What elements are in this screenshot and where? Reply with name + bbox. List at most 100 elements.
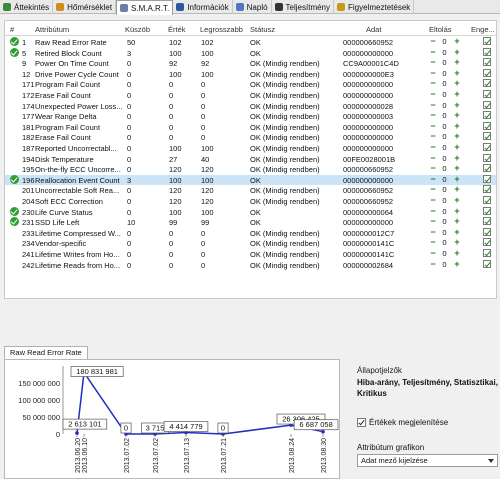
offset-value[interactable]: 0: [439, 260, 450, 269]
col-header-worst[interactable]: Legrosszabb: [200, 25, 243, 34]
offset-value[interactable]: 0: [439, 143, 450, 152]
offset-value[interactable]: 0: [439, 48, 450, 57]
increase-offset-icon[interactable]: +: [453, 153, 461, 163]
decrease-offset-icon[interactable]: −: [429, 174, 437, 184]
offset-value[interactable]: 0: [439, 111, 450, 120]
table-row[interactable]: 204 Soft ECC Correction 0 120 120 OK (Mindig …: [5, 196, 496, 206]
decrease-offset-icon[interactable]: −: [429, 153, 437, 163]
table-row[interactable]: 181 Program Fail Count 0 0 0 OK (Mindig rendb…: [5, 121, 496, 132]
table-row[interactable]: 177 Wear Range Delta 0 0 0 OK (Mindig rendben…: [5, 111, 496, 121]
table-row[interactable]: 172 Erase Fail Count 0 0 0 OK (Mindig rendben…: [5, 90, 496, 100]
increase-offset-icon[interactable]: +: [453, 164, 461, 173]
enabled-checkbox[interactable]: [483, 90, 491, 98]
table-row[interactable]: 174 Unexpected Power Loss... 0 0 0 OK (Mindig…: [5, 100, 496, 111]
increase-offset-icon[interactable]: +: [453, 37, 461, 46]
offset-value[interactable]: 0: [439, 154, 450, 163]
offset-value[interactable]: 0: [439, 101, 450, 110]
enabled-checkbox[interactable]: [483, 79, 491, 88]
table-row[interactable]: 12 Drive Power Cycle Count 0 100 100 OK (Mind…: [5, 68, 496, 79]
offset-value[interactable]: 0: [439, 228, 450, 237]
offset-value[interactable]: 0: [439, 238, 450, 247]
enabled-checkbox[interactable]: [483, 153, 491, 162]
increase-offset-icon[interactable]: +: [453, 185, 461, 194]
decrease-offset-icon[interactable]: −: [429, 79, 437, 88]
show-values-checkbox[interactable]: [357, 418, 366, 427]
table-row[interactable]: 230 Life Curve Status 0 100 100 OK 00000000006…: [5, 206, 496, 217]
increase-offset-icon[interactable]: +: [453, 68, 461, 78]
offset-value[interactable]: 0: [439, 79, 450, 88]
enabled-checkbox[interactable]: [483, 100, 491, 109]
table-row[interactable]: 201 Uncorrectable Soft Rea... 0 120 120 OK (M…: [5, 185, 496, 195]
decrease-offset-icon[interactable]: −: [429, 58, 437, 67]
decrease-offset-icon[interactable]: −: [429, 238, 437, 247]
increase-offset-icon[interactable]: +: [453, 196, 461, 205]
decrease-offset-icon[interactable]: −: [429, 132, 437, 141]
enabled-checkbox[interactable]: [483, 143, 491, 151]
graph-select[interactable]: Adat mező kijelzése: [357, 454, 498, 467]
col-header-threshold[interactable]: Küszöb: [125, 25, 150, 34]
increase-offset-icon[interactable]: +: [453, 238, 461, 247]
decrease-offset-icon[interactable]: −: [429, 196, 437, 205]
enabled-checkbox[interactable]: [483, 259, 491, 268]
decrease-offset-icon[interactable]: −: [429, 111, 437, 120]
show-values-option[interactable]: Értékek megjelenítése: [357, 418, 448, 427]
tab-5[interactable]: Teljesítmény: [272, 0, 335, 14]
enabled-checkbox[interactable]: [483, 58, 491, 67]
enabled-checkbox[interactable]: [483, 238, 491, 247]
increase-offset-icon[interactable]: +: [453, 206, 461, 216]
table-row[interactable]: 9 Power On Time Count 0 92 92 OK (Mindig rend…: [5, 58, 496, 68]
enabled-checkbox[interactable]: [483, 249, 491, 257]
table-row[interactable]: 242 Lifetime Reads from Ho... 0 0 0 OK (Mindi…: [5, 259, 496, 270]
offset-value[interactable]: 0: [439, 37, 450, 46]
smart-attribute-table[interactable]: # Attribútum Küszöb Érték Legrosszabb St…: [4, 20, 497, 299]
offset-value[interactable]: 0: [439, 58, 450, 67]
decrease-offset-icon[interactable]: −: [429, 249, 437, 258]
enabled-checkbox[interactable]: [483, 196, 491, 204]
offset-value[interactable]: 0: [439, 90, 450, 99]
col-header-data[interactable]: Adat: [366, 25, 381, 34]
increase-offset-icon[interactable]: +: [453, 121, 461, 131]
table-row[interactable]: 194 Disk Temperature 0 27 40 OK (Mindig rendb…: [5, 153, 496, 164]
table-row[interactable]: 231 SSD Life Left 10 99 99 OK 000000000000 −0 +: [5, 217, 496, 227]
decrease-offset-icon[interactable]: −: [429, 121, 437, 131]
decrease-offset-icon[interactable]: −: [429, 227, 437, 237]
decrease-offset-icon[interactable]: −: [429, 164, 437, 173]
table-row[interactable]: 195 On-the-fly ECC Uncorre... 0 120 120 OK (M…: [5, 164, 496, 174]
col-header-offset[interactable]: Eltolás: [429, 25, 452, 34]
increase-offset-icon[interactable]: +: [453, 58, 461, 67]
table-row[interactable]: 182 Erase Fail Count 0 0 0 OK (Mindig rendben…: [5, 132, 496, 142]
enabled-checkbox[interactable]: [483, 164, 491, 173]
table-row[interactable]: 234 Vendor-specific 0 0 0 OK (Mindig rendben)…: [5, 238, 496, 248]
col-header-attribute[interactable]: Attribútum: [35, 25, 69, 34]
enabled-checkbox[interactable]: [483, 174, 491, 183]
enabled-checkbox[interactable]: [483, 68, 491, 77]
offset-value[interactable]: 0: [439, 249, 450, 258]
chart-tab[interactable]: Raw Read Error Rate: [4, 346, 88, 359]
table-row[interactable]: 196 Reallocation Event Count 3 100 100 OK 0000…: [5, 174, 496, 185]
enabled-checkbox[interactable]: [483, 227, 491, 236]
increase-offset-icon[interactable]: +: [453, 79, 461, 88]
enabled-checkbox[interactable]: [483, 121, 491, 130]
enabled-checkbox[interactable]: [483, 217, 491, 226]
decrease-offset-icon[interactable]: −: [429, 206, 437, 216]
col-header-value[interactable]: Érték: [168, 25, 186, 34]
tab-1[interactable]: Hőmérséklet: [53, 0, 117, 14]
tab-6[interactable]: Figyelmeztetések: [334, 0, 415, 14]
table-row[interactable]: 5 Retired Block Count 3 100 100 OK 00000000000…: [5, 47, 496, 58]
increase-offset-icon[interactable]: +: [453, 174, 461, 184]
decrease-offset-icon[interactable]: −: [429, 68, 437, 78]
table-row[interactable]: 171 Program Fail Count 0 0 0 OK (Mindig rendb…: [5, 79, 496, 89]
enabled-checkbox[interactable]: [483, 47, 491, 56]
offset-value[interactable]: 0: [439, 185, 450, 194]
offset-value[interactable]: 0: [439, 175, 450, 184]
table-row[interactable]: 1 Raw Read Error Rate 50 102 102 OK 0000006609…: [5, 37, 496, 47]
increase-offset-icon[interactable]: +: [453, 249, 461, 258]
offset-value[interactable]: 0: [439, 122, 450, 131]
col-header-enabled[interactable]: Enge...: [471, 25, 495, 34]
enabled-checkbox[interactable]: [483, 132, 491, 141]
offset-value[interactable]: 0: [439, 207, 450, 216]
decrease-offset-icon[interactable]: −: [429, 37, 437, 46]
decrease-offset-icon[interactable]: −: [429, 143, 437, 152]
offset-value[interactable]: 0: [439, 164, 450, 173]
decrease-offset-icon[interactable]: −: [429, 185, 437, 194]
